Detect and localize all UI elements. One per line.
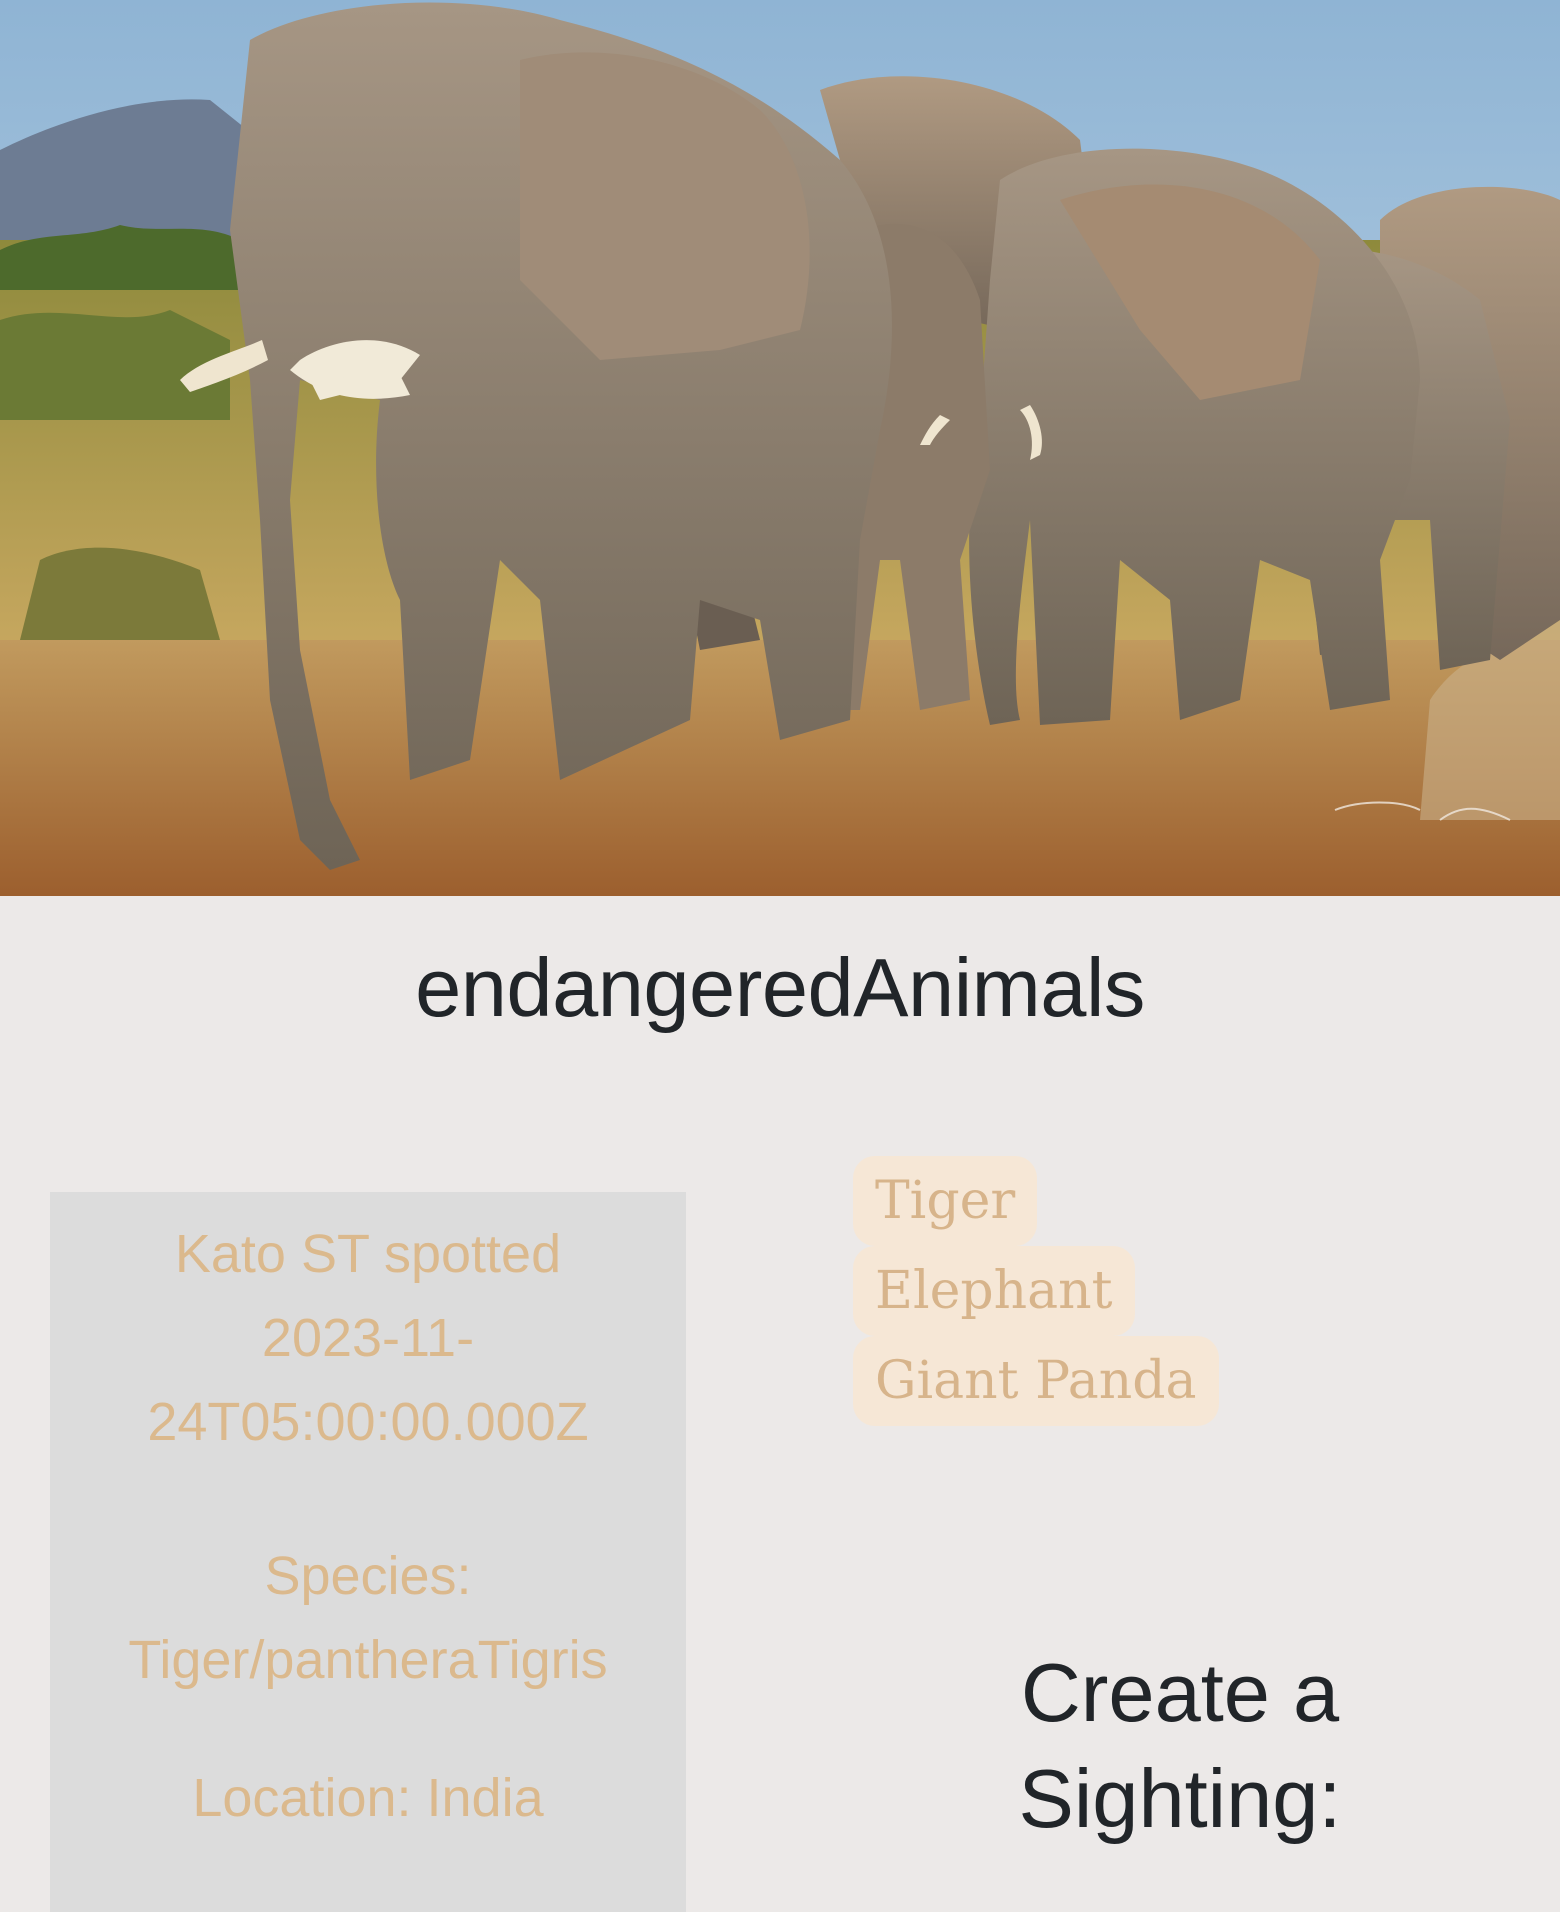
species-item-tiger[interactable]: Tiger xyxy=(853,1156,1038,1246)
sighting-card: Kato ST spotted 2023-11-24T05:00:00.000Z… xyxy=(50,1192,686,1912)
elephant-herd-photo xyxy=(0,0,1560,896)
create-sighting-heading: Create a Sighting: xyxy=(1018,1646,1342,1845)
page-title: endangeredAnimals xyxy=(415,941,1145,1034)
page: endangeredAnimals Kato ST spotted 2023-1… xyxy=(0,0,1560,1912)
species-list: Tiger Elephant Giant Panda xyxy=(853,1156,1253,1426)
hero-image xyxy=(0,0,1560,896)
sighting-spotted-text: Kato ST spotted 2023-11-24T05:00:00.000Z xyxy=(147,1224,589,1452)
species-item-giant-panda[interactable]: Giant Panda xyxy=(853,1336,1219,1426)
species-item-elephant[interactable]: Elephant xyxy=(853,1246,1135,1336)
sighting-location-text: Location: India xyxy=(192,1768,544,1828)
sighting-species-text: Species: Tiger/pantheraTigris xyxy=(128,1546,608,1690)
